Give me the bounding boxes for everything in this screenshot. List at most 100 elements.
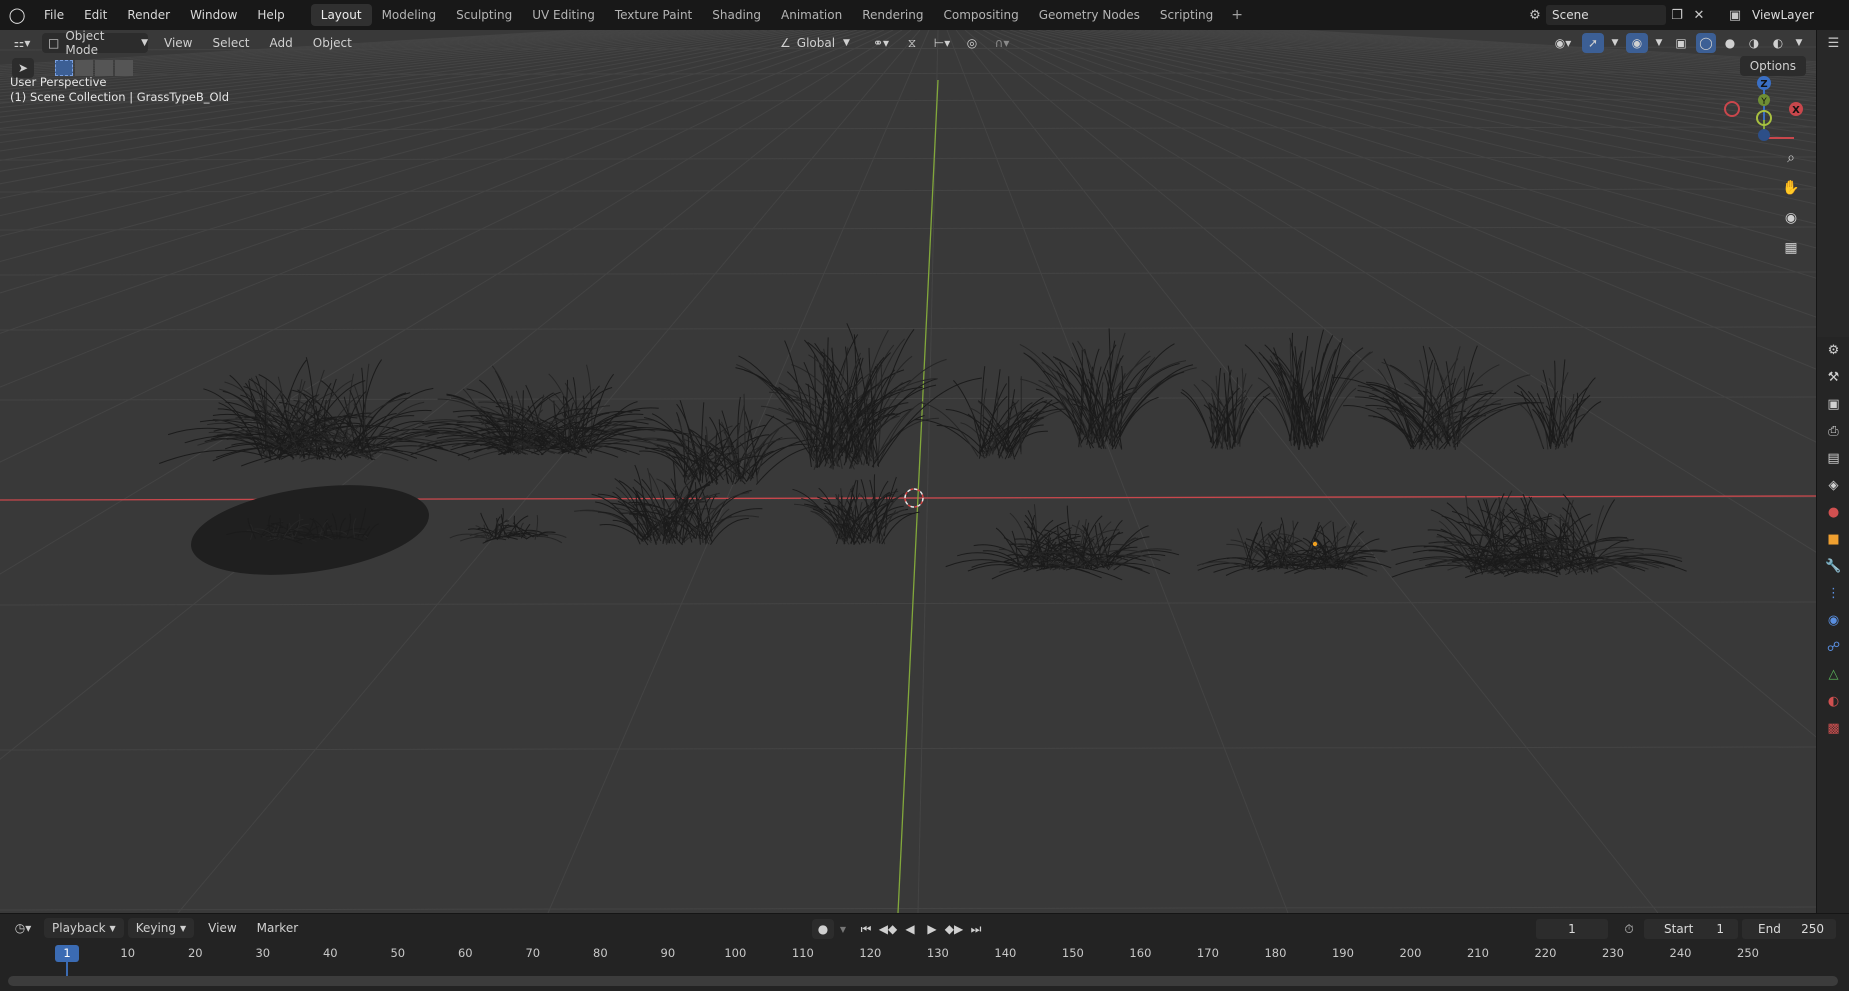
view-layer-tab-icon[interactable]: ▤: [1817, 445, 1849, 472]
tab-compositing[interactable]: Compositing: [933, 4, 1028, 26]
outliner-panel-collapsed[interactable]: ☰: [1816, 30, 1849, 337]
object-tab-icon[interactable]: ■: [1817, 526, 1849, 553]
chevron-down-icon[interactable]: ▼: [836, 919, 850, 939]
playback-dropdown[interactable]: Playback ▼: [44, 918, 124, 938]
menu-add[interactable]: Add: [260, 33, 303, 53]
falloff-icon[interactable]: ∩▾: [988, 33, 1016, 53]
gizmo-toggle-icon[interactable]: ➚: [1582, 33, 1604, 53]
modifier-tab-icon[interactable]: 🔧: [1817, 553, 1849, 580]
tab-rendering[interactable]: Rendering: [852, 4, 933, 26]
hand-icon[interactable]: ✋: [1779, 176, 1803, 200]
navigation-gizmo[interactable]: Z Y X: [1718, 74, 1808, 154]
rendered-shading-icon[interactable]: ◐: [1768, 33, 1788, 53]
jump-start-icon[interactable]: ⏮: [856, 919, 876, 939]
camera-icon[interactable]: ◉: [1779, 206, 1803, 230]
scene-tab-icon[interactable]: ◈: [1817, 472, 1849, 499]
tab-shading[interactable]: Shading: [702, 4, 771, 26]
add-workspace-icon[interactable]: +: [1223, 7, 1251, 23]
material-tab-icon[interactable]: ◐: [1817, 688, 1849, 715]
tab-modeling[interactable]: Modeling: [372, 4, 447, 26]
next-keyframe-icon[interactable]: ◆▶: [944, 919, 964, 939]
menu-edit[interactable]: Edit: [74, 0, 117, 30]
timeline-marker-menu[interactable]: Marker: [247, 918, 308, 938]
solid-shading-icon[interactable]: ●: [1720, 33, 1740, 53]
timeline-view-menu[interactable]: View: [198, 918, 246, 938]
set-selection-icon[interactable]: [55, 60, 73, 76]
current-frame-field[interactable]: 1: [1536, 919, 1608, 939]
tab-texture-paint[interactable]: Texture Paint: [605, 4, 702, 26]
physics-tab-icon[interactable]: ◉: [1817, 607, 1849, 634]
view-layer-field[interactable]: ViewLayer: [1746, 5, 1846, 25]
menu-help[interactable]: Help: [247, 0, 294, 30]
subtract-selection-icon[interactable]: [95, 60, 113, 76]
material-shading-icon[interactable]: ◑: [1744, 33, 1764, 53]
chevron-down-icon[interactable]: ▼: [1792, 33, 1806, 53]
outliner-icon[interactable]: ☰: [1817, 30, 1849, 57]
extend-selection-icon[interactable]: [75, 60, 93, 76]
grass-clump-11[interactable]: [449, 507, 567, 544]
stopwatch-icon[interactable]: ⏱: [1618, 919, 1640, 939]
clock-editor-icon[interactable]: ◷▾: [8, 918, 38, 938]
menu-view[interactable]: View: [154, 33, 202, 53]
orientation-dropdown[interactable]: ∠ Global ▼: [780, 33, 860, 53]
blender-logo-icon[interactable]: ◯: [0, 0, 34, 30]
zoom-icon[interactable]: ⌕: [1779, 146, 1803, 170]
play-icon[interactable]: ▶: [922, 919, 942, 939]
snap-toggle-icon[interactable]: ⧖: [902, 33, 922, 53]
scene-icon[interactable]: ⚙: [1524, 4, 1546, 26]
scene-name-field[interactable]: Scene: [1546, 5, 1666, 25]
grass-clump-13[interactable]: [792, 474, 920, 545]
constraint-tab-icon[interactable]: ☍: [1817, 634, 1849, 661]
tab-scripting[interactable]: Scripting: [1150, 4, 1223, 26]
chevron-down-icon[interactable]: ▼: [1652, 33, 1666, 53]
tab-layout[interactable]: Layout: [310, 4, 372, 26]
play-reverse-icon[interactable]: ◀: [900, 919, 920, 939]
tab-sculpting[interactable]: Sculpting: [446, 4, 522, 26]
menu-select[interactable]: Select: [202, 33, 259, 53]
wireframe-shading-icon[interactable]: ◯: [1696, 33, 1716, 53]
xray-toggle-icon[interactable]: ▣: [1670, 33, 1692, 53]
world-tab-icon[interactable]: ●: [1817, 499, 1849, 526]
render-tab-icon[interactable]: ▣: [1817, 391, 1849, 418]
mode-dropdown[interactable]: □ Object Mode ▼: [42, 30, 148, 57]
tool-settings-icon[interactable]: ⚙: [1817, 337, 1849, 364]
menu-render[interactable]: Render: [117, 0, 180, 30]
keying-dropdown[interactable]: Keying ▼: [127, 918, 195, 938]
invert-selection-icon[interactable]: [115, 60, 133, 76]
output-tab-icon[interactable]: ⎙: [1817, 418, 1849, 445]
tool-tab-icon[interactable]: ⚒: [1817, 364, 1849, 391]
grass-clump-15[interactable]: [1196, 517, 1392, 577]
proportional-edit-icon[interactable]: ◎: [962, 33, 982, 53]
prev-keyframe-icon[interactable]: ◀◆: [878, 919, 898, 939]
start-frame-field[interactable]: Start 1: [1644, 919, 1738, 939]
grass-clump-8[interactable]: [1244, 329, 1374, 450]
record-icon[interactable]: ●: [812, 919, 834, 939]
frame-ruler[interactable]: 1 10 20 30 40 50 60 70 80 90 100 110 120 130 140 150 160…: [0, 942, 1849, 968]
delete-scene-icon[interactable]: ✕: [1688, 4, 1710, 26]
editor-type-icon[interactable]: ⚏▾: [8, 33, 36, 53]
chevron-down-icon[interactable]: ▼: [1608, 33, 1622, 53]
jump-end-icon[interactable]: ⏭: [966, 919, 986, 939]
visibility-icon[interactable]: ◉▾: [1548, 33, 1578, 53]
options-button[interactable]: Options: [1739, 56, 1806, 76]
tab-uv-editing[interactable]: UV Editing: [522, 4, 605, 26]
3d-viewport[interactable]: ⚏▾ □ Object Mode ▼ View Select Add Objec…: [0, 30, 1816, 913]
grass-clump-4[interactable]: [735, 323, 983, 470]
grass-clump-14[interactable]: [945, 504, 1180, 581]
grass-clump-16[interactable]: [1391, 490, 1687, 579]
overlay-toggle-icon[interactable]: ◉: [1626, 33, 1648, 53]
gizmo-neg-x[interactable]: [1724, 101, 1740, 117]
grass-objects[interactable]: [159, 323, 1687, 588]
snap-target-icon[interactable]: ⊢▾: [928, 33, 956, 53]
tab-geometry-nodes[interactable]: Geometry Nodes: [1029, 4, 1150, 26]
grass-clump-5[interactable]: [914, 366, 1066, 460]
end-frame-field[interactable]: End 250: [1742, 919, 1836, 939]
new-scene-icon[interactable]: ❐: [1666, 4, 1688, 26]
ortho-grid-icon[interactable]: ▦: [1779, 236, 1803, 260]
tab-animation[interactable]: Animation: [771, 4, 852, 26]
pivot-icon[interactable]: ⚭▾: [866, 33, 896, 53]
menu-file[interactable]: File: [34, 0, 74, 30]
timeline-scrollbar[interactable]: [8, 976, 1838, 986]
gizmo-neg-z[interactable]: [1758, 129, 1770, 141]
texture-tab-icon[interactable]: ▩: [1817, 715, 1849, 742]
